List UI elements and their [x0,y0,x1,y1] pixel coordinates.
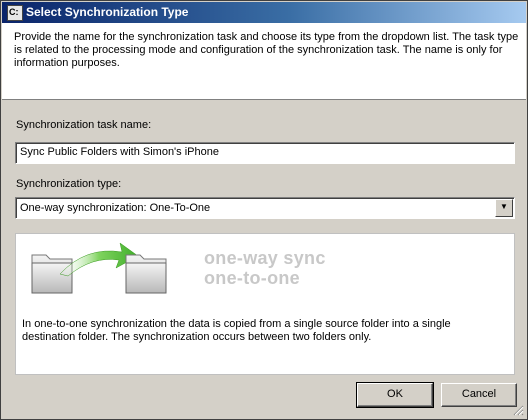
illustration-panel: one-way sync one-to-one In one-to-one sy… [15,233,515,375]
app-icon: C: [7,5,23,21]
destination-folder-icon [125,254,167,294]
mode-title-line2: one-to-one [204,268,300,288]
resize-grip-icon[interactable] [512,404,524,416]
sync-type-selected: One-way synchronization: One-To-One [20,202,211,214]
cancel-button[interactable]: Cancel [441,383,517,407]
task-name-field[interactable] [15,142,515,164]
task-name-input[interactable] [16,143,500,158]
dropdown-button[interactable]: ▼ [495,199,513,217]
sync-type-dropdown[interactable]: One-way synchronization: One-To-One ▼ [15,197,515,219]
ok-button[interactable]: OK [356,382,434,408]
title-bar[interactable]: C: Select Synchronization Type [2,2,526,23]
task-name-label: Synchronization task name: [16,119,152,131]
chevron-down-icon: ▼ [500,202,508,211]
dialog-window: C: Select Synchronization Type Provide t… [0,0,528,420]
sync-type-label: Synchronization type: [16,178,122,190]
mode-title-line1: one-way sync [204,248,326,268]
header-panel: Provide the name for the synchronization… [2,23,526,100]
header-description: Provide the name for the synchronization… [14,31,519,69]
mode-description: In one-to-one synchronization the data i… [22,318,451,343]
window-title: Select Synchronization Type [26,5,189,19]
